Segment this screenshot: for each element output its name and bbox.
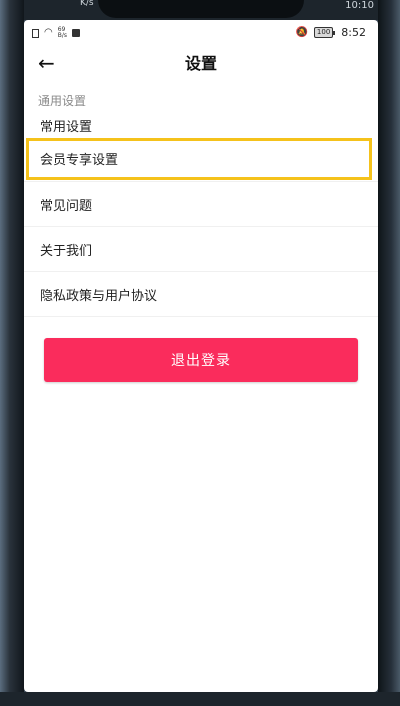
battery-tip: [333, 30, 336, 35]
battery-level: 100: [313, 27, 334, 38]
bell-off-icon: 🔕: [295, 27, 308, 38]
settings-item-member[interactable]: 会员专享设置: [24, 136, 378, 182]
settings-item-about[interactable]: 关于我们: [24, 227, 378, 272]
logout-button[interactable]: 退出登录: [44, 338, 358, 382]
settings-item-label: 隐私政策与用户协议: [40, 288, 158, 304]
corner-time-fragment: 10:10: [345, 0, 374, 11]
device-notch: [98, 0, 304, 18]
header: ← 设置: [24, 46, 378, 90]
section-label: 通用设置: [38, 94, 87, 108]
device-frame-left: [0, 0, 24, 706]
network-speed-unit: B/s: [57, 32, 67, 39]
document-icon: [32, 28, 39, 38]
settings-list: 常用设置 会员专享设置 常见问题 关于我们 隐私政策与用户协议: [24, 116, 378, 317]
settings-item-label: 常见问题: [40, 198, 93, 214]
wifi-icon: ◠: [44, 27, 53, 38]
notification-icon: [72, 29, 80, 37]
status-time: 8:52: [341, 26, 366, 39]
corner-speed-fragment: K/s: [80, 0, 94, 8]
settings-item-faq[interactable]: 常见问题: [24, 182, 378, 227]
network-speed: 69 B/s: [58, 27, 67, 39]
battery-icon: 100: [313, 27, 336, 38]
status-left: ◠ 69 B/s: [32, 27, 80, 39]
device-frame-bottom: [0, 692, 400, 706]
settings-item-privacy[interactable]: 隐私政策与用户协议: [24, 272, 378, 317]
page-title: 设置: [184, 54, 217, 73]
status-bar: ◠ 69 B/s 🔕 100 8:52: [24, 20, 378, 46]
settings-item-common[interactable]: 常用设置: [24, 116, 378, 136]
app-screen: ◠ 69 B/s 🔕 100 8:52 ← 设置 通用设置 常用设置 会员专享设…: [24, 20, 378, 692]
settings-item-label: 常用设置: [40, 120, 93, 135]
status-right: 🔕 100 8:52: [295, 26, 366, 39]
settings-item-label: 关于我们: [40, 243, 93, 259]
device-frame-right: [378, 0, 400, 706]
settings-item-label: 会员专享设置: [40, 153, 119, 168]
